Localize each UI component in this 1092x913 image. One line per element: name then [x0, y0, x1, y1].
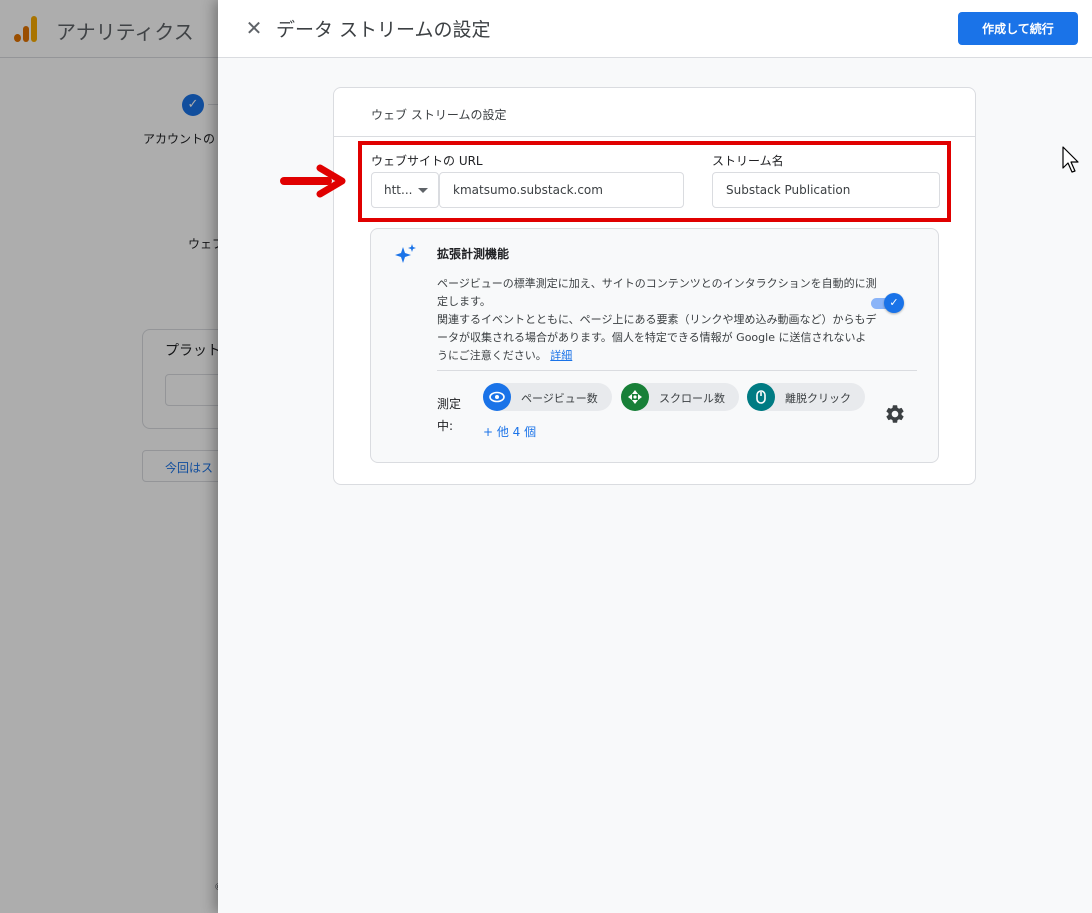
- drawer-header: ✕ データ ストリームの設定 作成して続行: [218, 0, 1092, 58]
- eye-icon: [483, 383, 511, 411]
- description-line-2: 関連するイベントとともに、ページ上にある要素（リンクや埋め込み動画など）からもデ…: [437, 313, 877, 362]
- enhanced-measurement-toggle[interactable]: ✓: [871, 293, 905, 313]
- protocol-select[interactable]: htt...: [371, 172, 439, 208]
- drawer-body: ウェブ ストリームの設定 ウェブサイトの URL htt... kmatsumo…: [218, 58, 1092, 913]
- chip-scrolls: スクロール数: [621, 383, 739, 411]
- details-link[interactable]: 詳細: [550, 349, 572, 362]
- create-and-continue-button[interactable]: 作成して続行: [958, 12, 1078, 45]
- chip-outbound-clicks: 離脱クリック: [747, 383, 865, 411]
- mouse-icon: [747, 383, 775, 411]
- more-events-link[interactable]: + 他 4 個: [483, 423, 536, 440]
- stream-name-input[interactable]: Substack Publication: [712, 172, 940, 208]
- stream-setup-drawer: ✕ データ ストリームの設定 作成して続行 ウェブ ストリームの設定 ウェブサイ…: [218, 0, 1092, 913]
- enhanced-measurement-panel: 拡張計測機能 ページビューの標準測定に加え、サイトのコンテンツとのインタラクショ…: [370, 228, 939, 463]
- card-divider: [334, 136, 975, 137]
- protocol-value: htt...: [384, 183, 413, 197]
- drawer-title: データ ストリームの設定: [276, 19, 491, 41]
- close-icon[interactable]: ✕: [240, 14, 268, 42]
- sparkle-icon: [395, 244, 416, 263]
- chip-page-views: ページビュー数: [483, 383, 612, 411]
- gear-icon[interactable]: [884, 403, 906, 425]
- scroll-icon: [621, 383, 649, 411]
- chip-label: スクロール数: [659, 392, 725, 405]
- panel-divider: [437, 370, 917, 371]
- measuring-label: 測定中:: [437, 397, 462, 433]
- card-title: ウェブ ストリームの設定: [371, 108, 507, 122]
- web-stream-card: ウェブ ストリームの設定 ウェブサイトの URL htt... kmatsumo…: [333, 87, 976, 485]
- chip-label: ページビュー数: [521, 392, 598, 405]
- description-line-1: ページビューの標準測定に加え、サイトのコンテンツとのインタラクションを自動的に測…: [437, 277, 877, 308]
- red-arrow-icon: [280, 164, 346, 198]
- chip-label: 離脱クリック: [785, 392, 851, 405]
- mouse-pointer-icon: [1062, 146, 1079, 173]
- stream-name-label: ストリーム名: [712, 154, 784, 168]
- url-input[interactable]: kmatsumo.substack.com: [439, 172, 684, 208]
- enhanced-measurement-title: 拡張計測機能: [437, 247, 510, 261]
- enhanced-measurement-description: ページビューの標準測定に加え、サイトのコンテンツとのインタラクションを自動的に測…: [437, 275, 877, 365]
- check-icon: ✓: [884, 293, 904, 313]
- url-label: ウェブサイトの URL: [371, 154, 483, 168]
- caret-down-icon: [418, 188, 428, 193]
